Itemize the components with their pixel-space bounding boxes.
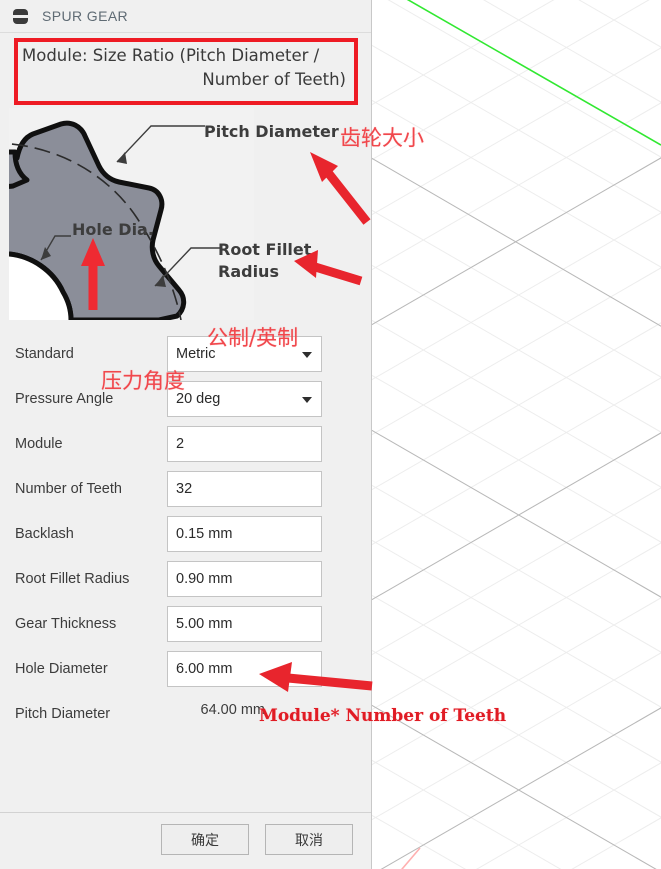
row-pitch-diameter: Pitch Diameter 64.00 mm (0, 696, 371, 741)
dialog-title: SPUR GEAR (42, 8, 129, 24)
input-number-of-teeth-value: 32 (176, 481, 193, 497)
select-standard-value: Metric (176, 346, 216, 362)
label-hole-diameter: Hole Diameter (15, 661, 108, 677)
row-module: Module 2 (0, 426, 371, 471)
input-number-of-teeth[interactable]: 32 (167, 471, 322, 507)
row-pressure-angle: Pressure Angle 20 deg (0, 381, 371, 426)
ok-button[interactable]: 确定 (161, 824, 249, 855)
readout-pitch-diameter: 64.00 mm (200, 702, 265, 718)
cancel-button[interactable]: 取消 (265, 824, 353, 855)
select-pressure-angle-value: 20 deg (176, 391, 221, 407)
parameter-form: Standard Metric Pressure Angle 20 deg Mo… (0, 336, 371, 741)
label-number-of-teeth: Number of Teeth (15, 481, 122, 497)
row-standard: Standard Metric (0, 336, 371, 381)
select-pressure-angle[interactable]: 20 deg (167, 381, 322, 417)
label-backlash: Backlash (15, 526, 74, 542)
label-pitch-diameter-field: Pitch Diameter (15, 706, 111, 722)
label-root-fillet-radius: Root Fillet Radius (15, 571, 130, 587)
row-number-of-teeth: Number of Teeth 32 (0, 471, 371, 516)
gear-illustration (9, 108, 254, 320)
input-hole-diameter[interactable]: 6.00 mm (167, 651, 322, 687)
label-standard: Standard (15, 346, 74, 362)
input-backlash[interactable]: 0.15 mm (167, 516, 322, 552)
row-hole-diameter: Hole Diameter 6.00 mm (0, 651, 371, 696)
chevron-down-icon (302, 352, 312, 358)
row-backlash: Backlash 0.15 mm (0, 516, 371, 561)
chevron-down-icon (302, 397, 312, 403)
select-standard[interactable]: Metric (167, 336, 322, 372)
dialog-header: SPUR GEAR (0, 0, 371, 33)
spur-gear-icon (12, 8, 29, 25)
input-root-fillet-radius-value: 0.90 mm (176, 571, 233, 587)
row-root-fillet-radius: Root Fillet Radius 0.90 mm (0, 561, 371, 606)
dialog-footer: 确定 取消 (0, 812, 371, 869)
spur-gear-dialog: SPUR GEAR Pitch Diameter Hole Dia. Root … (0, 0, 372, 869)
label-pressure-angle: Pressure Angle (15, 391, 114, 407)
label-module: Module (15, 436, 63, 452)
input-gear-thickness-value: 5.00 mm (176, 616, 233, 632)
input-backlash-value: 0.15 mm (176, 526, 233, 542)
input-module-value: 2 (176, 436, 185, 452)
input-module[interactable]: 2 (167, 426, 322, 462)
input-gear-thickness[interactable]: 5.00 mm (167, 606, 322, 642)
input-hole-diameter-value: 6.00 mm (176, 661, 233, 677)
label-gear-thickness: Gear Thickness (15, 616, 117, 632)
row-gear-thickness: Gear Thickness 5.00 mm (0, 606, 371, 651)
input-root-fillet-radius[interactable]: 0.90 mm (167, 561, 322, 597)
app-root: SPUR GEAR Pitch Diameter Hole Dia. Root … (0, 0, 661, 869)
